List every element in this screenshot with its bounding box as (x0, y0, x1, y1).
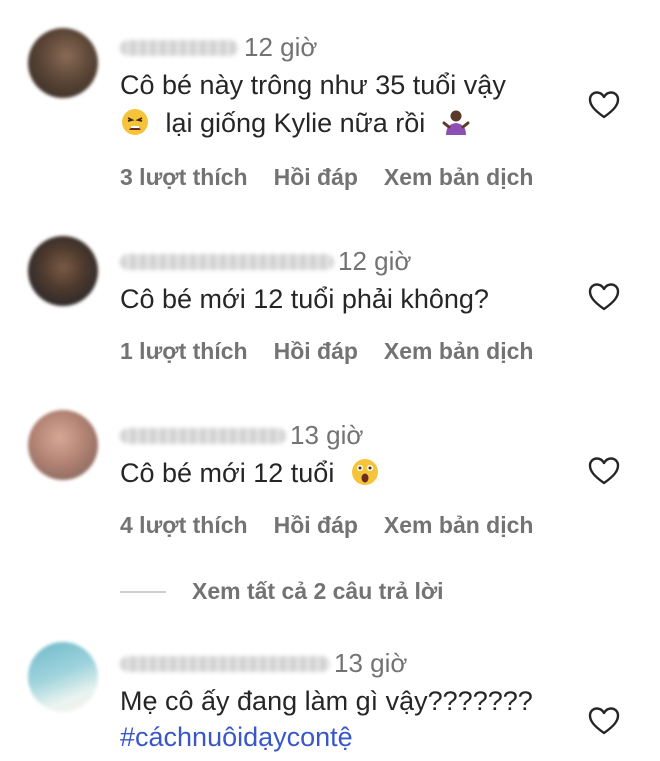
person-shrugging-emoji (442, 110, 470, 135)
translate-button[interactable]: Xem bản dịch (384, 336, 534, 366)
comment-time: 13 giờ (334, 648, 408, 678)
likes-count[interactable]: 4 lượt thích (120, 510, 248, 540)
heart-outline-icon[interactable] (588, 282, 620, 312)
username-blurred[interactable] (120, 254, 334, 270)
comment-text-line2-words: lại giống Kylie nữa rồi (165, 108, 426, 138)
comment-text-line2: lại giống Kylie nữa rồi (120, 104, 471, 142)
comment-text-row: Cô bé mới 12 tuổi (120, 454, 380, 492)
hashtag-link[interactable]: #cáchnuôidạycontệ (120, 718, 353, 756)
username-blurred[interactable] (120, 40, 238, 56)
translate-button[interactable]: Xem bản dịch (384, 510, 534, 540)
avatar[interactable] (28, 410, 98, 480)
comment-text: Cô bé này trông như 35 tuổi vậy (120, 70, 506, 100)
comment-time: 12 giờ (244, 32, 318, 62)
comment-text: Cô bé mới 12 tuổi phải không? (120, 284, 489, 314)
reply-button[interactable]: Hồi đáp (274, 510, 358, 540)
heart-outline-icon[interactable] (588, 456, 620, 486)
comment-actions: 3 lượt thích Hồi đáp Xem bản dịch (120, 162, 559, 192)
avatar[interactable] (28, 236, 98, 306)
replies-divider (120, 590, 166, 593)
tired-face-emoji (122, 109, 148, 135)
heart-outline-icon[interactable] (588, 706, 620, 736)
avatar[interactable] (28, 28, 98, 98)
comment-actions: 1 lượt thích Hồi đáp Xem bản dịch (120, 336, 559, 366)
avatar[interactable] (28, 642, 98, 712)
view-replies-row[interactable]: Xem tất cả 2 câu trả lời (120, 578, 444, 605)
comment-text: Cô bé mới 12 tuổi (120, 458, 335, 488)
comment-actions: 4 lượt thích Hồi đáp Xem bản dịch (120, 510, 559, 540)
reply-button[interactable]: Hồi đáp (274, 162, 358, 192)
view-replies-button[interactable]: Xem tất cả 2 câu trả lời (192, 578, 444, 605)
reply-button[interactable]: Hồi đáp (274, 336, 358, 366)
comment-time: 13 giờ (290, 420, 364, 450)
username-blurred[interactable] (120, 656, 330, 672)
astonished-face-emoji (351, 459, 378, 485)
likes-count[interactable]: 3 lượt thích (120, 162, 248, 192)
heart-outline-icon[interactable] (588, 90, 620, 120)
comment-time: 12 giờ (338, 246, 412, 276)
comment-text: Mẹ cô ấy đang làm gì vậy??????? (120, 686, 533, 716)
username-blurred[interactable] (120, 428, 286, 444)
likes-count[interactable]: 1 lượt thích (120, 336, 248, 366)
translate-button[interactable]: Xem bản dịch (384, 162, 534, 192)
